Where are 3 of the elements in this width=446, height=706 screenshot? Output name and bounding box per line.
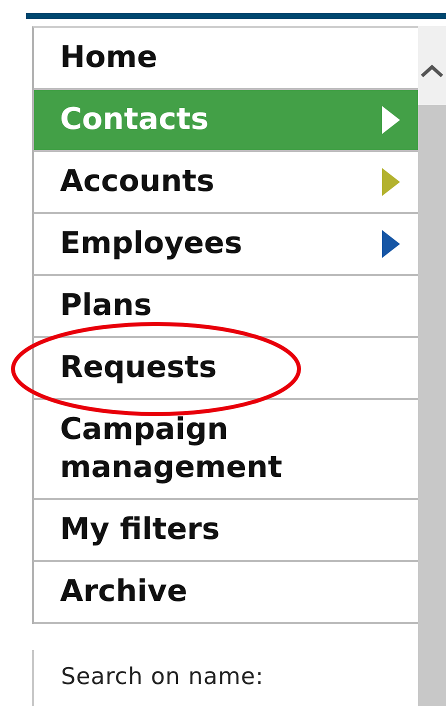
- search-label: Search on name:: [61, 664, 264, 690]
- scrollbar[interactable]: [418, 26, 446, 706]
- scroll-up-icon[interactable]: [420, 64, 444, 78]
